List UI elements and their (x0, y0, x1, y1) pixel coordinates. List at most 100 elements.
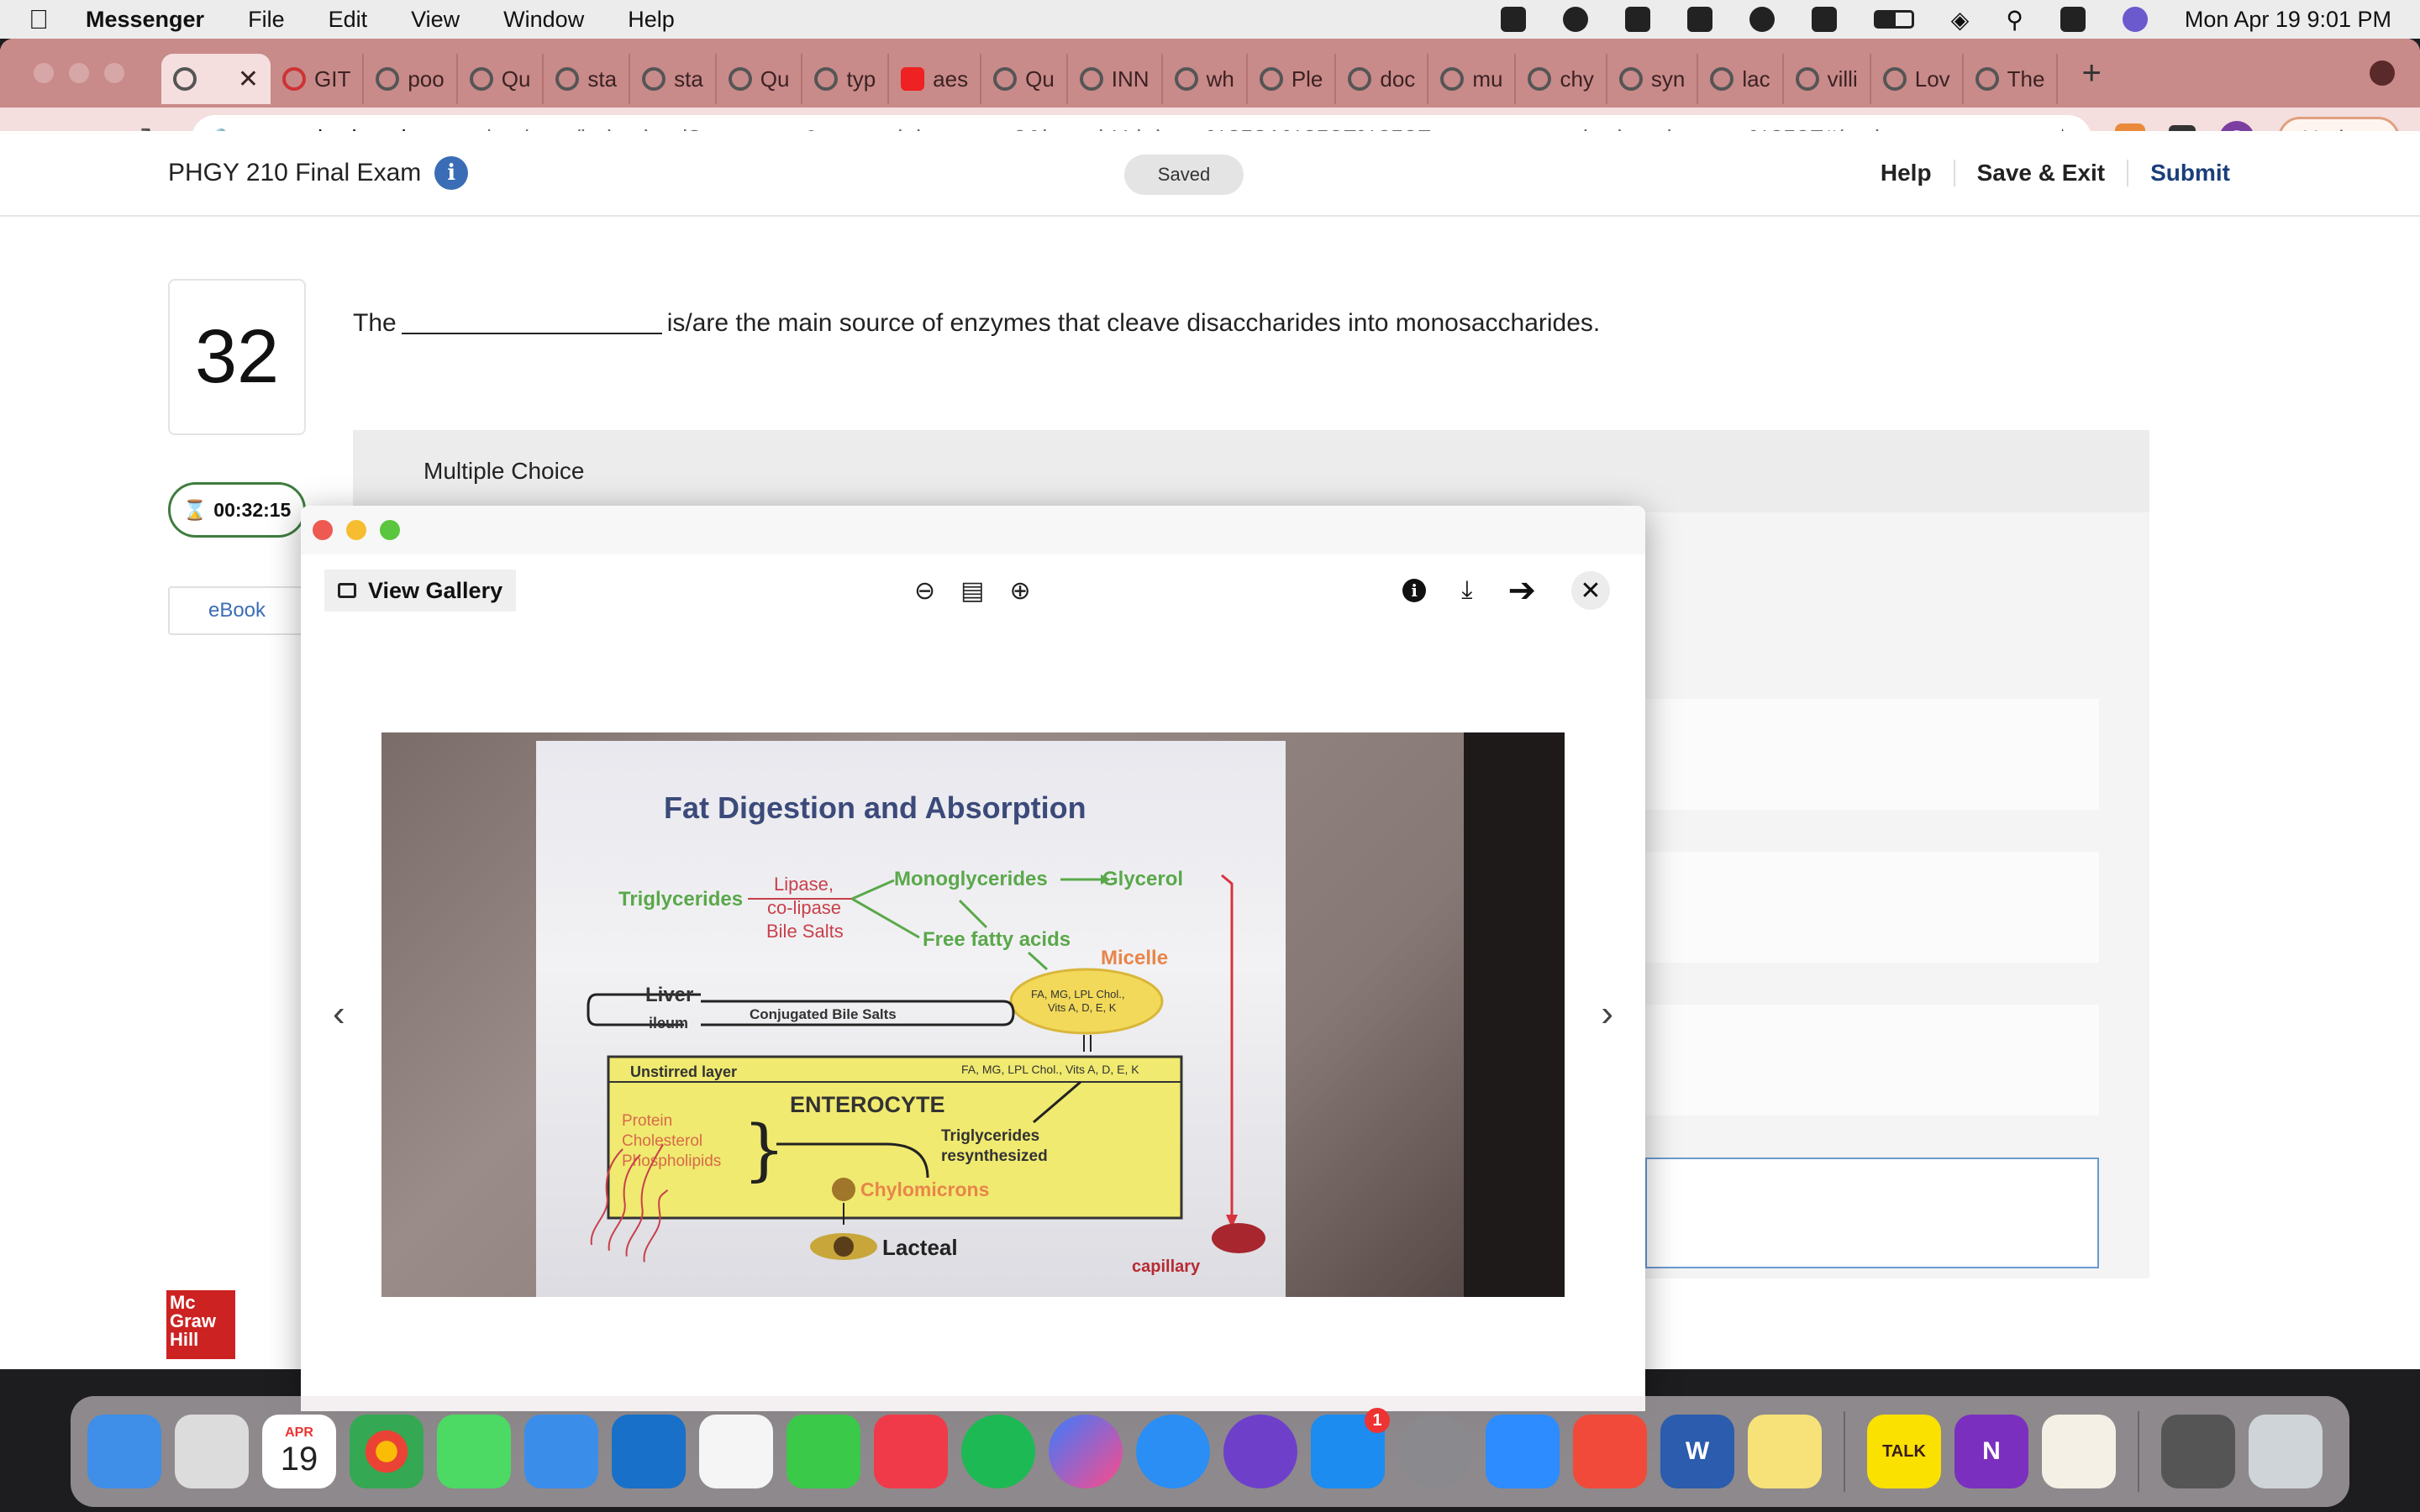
info-icon[interactable]: i (434, 156, 469, 190)
zoom-status-icon[interactable] (1500, 7, 1526, 32)
recent-window-thumbnail[interactable] (2161, 1415, 2235, 1488)
spotlight-search-icon[interactable]: ⚲ (2006, 6, 2023, 34)
tab-active[interactable]: ✕ (161, 54, 271, 104)
tab[interactable]: doc (1336, 54, 1429, 104)
music-icon[interactable] (874, 1415, 948, 1488)
zoom-out-icon[interactable]: ⊖ (914, 576, 935, 606)
image-icon (338, 583, 356, 598)
notification-icon[interactable] (1562, 7, 1588, 32)
calendar-icon[interactable]: APR 19 (262, 1415, 336, 1488)
tab[interactable]: Qu (458, 54, 544, 104)
chrome-icon[interactable] (350, 1415, 424, 1488)
zoom-icon[interactable] (1486, 1415, 1560, 1488)
fit-screen-icon[interactable]: ▤ (960, 576, 984, 606)
outlook-icon[interactable] (612, 1415, 686, 1488)
tab[interactable]: The (1964, 54, 2059, 104)
trash-icon[interactable] (2249, 1415, 2323, 1488)
mail-icon[interactable] (524, 1415, 598, 1488)
play-icon[interactable] (1749, 7, 1775, 32)
stickies-icon[interactable] (1748, 1415, 1822, 1488)
menu-view[interactable]: View (411, 7, 460, 33)
tab[interactable]: Lov (1871, 54, 1964, 104)
tab[interactable]: INN (1068, 54, 1163, 104)
wifi-icon[interactable]: ◈ (1951, 6, 1970, 34)
messages-icon[interactable] (437, 1415, 511, 1488)
share-arrow-icon[interactable]: ➔ (1507, 571, 1536, 610)
reminders-icon[interactable] (1573, 1415, 1647, 1488)
arrow-to-monoglycerides (851, 879, 895, 900)
viewer-close-dot[interactable] (313, 520, 333, 540)
menu-edit[interactable]: Edit (329, 7, 368, 33)
notes-icon[interactable] (699, 1415, 773, 1488)
menu-window[interactable]: Window (503, 7, 584, 33)
answer-choice[interactable] (1645, 1005, 2099, 1116)
tab[interactable]: villi (1784, 54, 1871, 104)
previous-image-icon[interactable]: ‹ (333, 993, 345, 1035)
safari-icon[interactable] (1136, 1415, 1210, 1488)
answer-choice-selected[interactable] (1645, 1158, 2099, 1268)
tab[interactable]: sta (544, 54, 631, 104)
new-tab-button[interactable]: + (2081, 55, 2101, 92)
viewer-titlebar (301, 506, 1645, 554)
close-icon[interactable]: ✕ (1571, 571, 1610, 610)
tab-close-icon[interactable]: ✕ (238, 65, 259, 94)
system-preferences-icon[interactable] (1398, 1415, 1472, 1488)
save-exit-link[interactable]: Save & Exit (1955, 160, 2129, 186)
kakaotalk-icon[interactable]: TALK (1867, 1415, 1941, 1488)
next-image-icon[interactable]: › (1601, 993, 1613, 1035)
tab[interactable]: typ (802, 54, 890, 104)
input-method-icon[interactable] (1811, 7, 1837, 32)
tab[interactable]: poo (364, 54, 458, 104)
facetime-icon[interactable] (786, 1415, 860, 1488)
tab[interactable]: Qu (717, 54, 803, 104)
tab[interactable]: Qu (981, 54, 1068, 104)
view-gallery-button[interactable]: View Gallery (324, 570, 517, 612)
onenote-icon[interactable]: N (1954, 1415, 2028, 1488)
viewer-maximize-dot[interactable] (380, 520, 400, 540)
info-icon[interactable]: i (1402, 579, 1427, 602)
launchpad-icon[interactable] (175, 1415, 249, 1488)
app-store-icon[interactable]: 1 (1311, 1408, 1390, 1488)
tab[interactable]: syn (1607, 54, 1699, 104)
bookmark-icon[interactable] (1624, 7, 1650, 32)
control-center-icon[interactable] (2060, 7, 2086, 32)
cloud-icon[interactable] (1686, 7, 1712, 32)
finder-icon[interactable] (87, 1415, 161, 1488)
word-icon[interactable]: W (1660, 1415, 1734, 1488)
menu-file[interactable]: File (248, 7, 285, 33)
tab[interactable]: sta (630, 54, 717, 104)
textedit-icon[interactable] (2042, 1415, 2116, 1488)
tab[interactable]: Ple (1248, 54, 1337, 104)
answer-choice[interactable] (1645, 699, 2099, 810)
tab[interactable]: mu (1428, 54, 1517, 104)
tab[interactable]: aes (889, 54, 982, 104)
ebook-button[interactable]: eBook (168, 586, 306, 635)
zoom-in-icon[interactable]: ⊕ (1010, 576, 1031, 606)
tab[interactable]: wh (1163, 54, 1248, 104)
submit-link[interactable]: Submit (2128, 160, 2252, 186)
timer-value: 00:32:15 (213, 498, 292, 521)
window-maximize-button[interactable] (104, 63, 124, 83)
tab-search-icon[interactable] (2370, 60, 2395, 86)
window-close-button[interactable] (34, 63, 54, 83)
download-icon[interactable]: ⤓ (1461, 576, 1472, 605)
answer-choice[interactable] (1645, 852, 2099, 963)
exam-header: PHGY 210 Final Exam i Saved Help Save & … (0, 131, 2420, 217)
battery-icon[interactable] (1873, 10, 1914, 29)
menu-app-name[interactable]: Messenger (86, 7, 204, 33)
tab[interactable]: lac (1698, 54, 1784, 104)
google-icon (1174, 67, 1198, 91)
help-link[interactable]: Help (1859, 160, 1955, 186)
tab[interactable]: GIT (271, 54, 365, 104)
menu-help[interactable]: Help (628, 7, 675, 33)
tab[interactable]: chy (1516, 54, 1607, 104)
clock[interactable]: Mon Apr 19 9:01 PM (2185, 7, 2391, 33)
github-icon[interactable] (1223, 1415, 1297, 1488)
messenger-icon[interactable] (1049, 1415, 1123, 1488)
timer[interactable]: ⌛ 00:32:15 (168, 482, 306, 538)
viewer-minimize-dot[interactable] (346, 520, 366, 540)
siri-icon[interactable] (2122, 7, 2148, 32)
spotify-icon[interactable] (961, 1415, 1035, 1488)
apple-menu-icon[interactable]:  (29, 4, 49, 35)
window-minimize-button[interactable] (69, 63, 89, 83)
